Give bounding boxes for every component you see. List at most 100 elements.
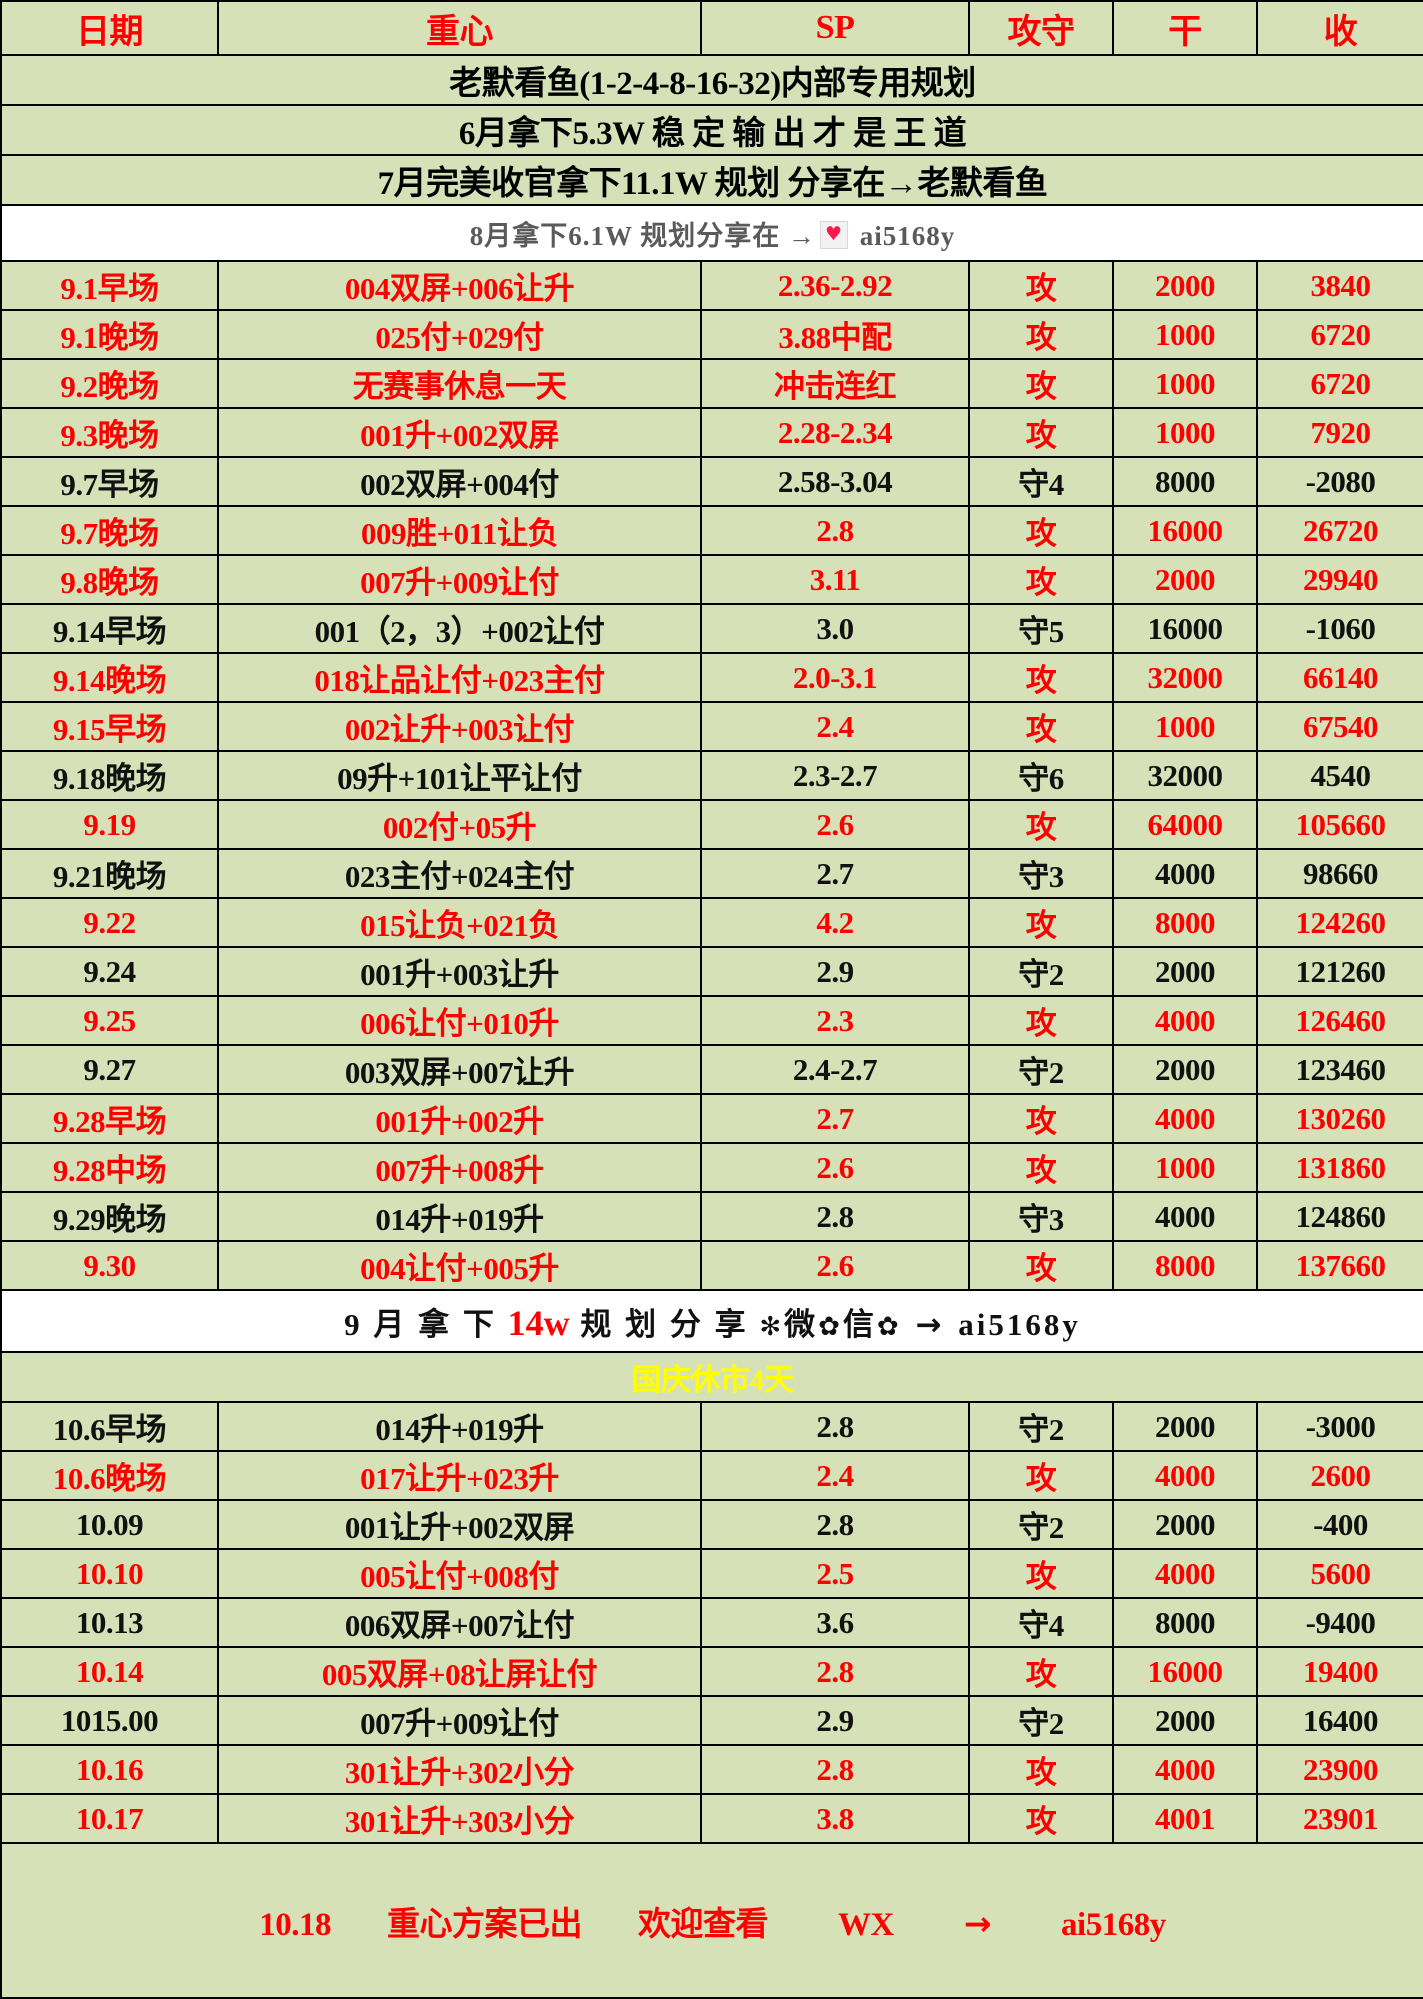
cell-stake: 4000 xyxy=(1112,1548,1258,1599)
cell-sp: 2.3 xyxy=(700,995,970,1046)
cell-date: 10.17 xyxy=(0,1793,219,1844)
flower-icon-mid: ✿ xyxy=(818,1311,843,1342)
cell-date: 9.24 xyxy=(0,946,219,997)
cell-sp: 2.9 xyxy=(700,1695,970,1746)
cell-sp: 冲击连红 xyxy=(700,358,970,409)
cell-profit: 6720 xyxy=(1256,358,1423,409)
cell-stake: 2000 xyxy=(1112,260,1258,311)
cell-profit: 19400 xyxy=(1256,1646,1423,1697)
table-row: 9.28早场 001升+002升 2.7 攻 4000 130260 xyxy=(0,1093,1423,1144)
cell-date: 10.6早场 xyxy=(0,1401,219,1452)
cell-profit: 131860 xyxy=(1256,1142,1423,1193)
cell-gongshou: 攻 xyxy=(968,652,1114,703)
holiday-note-text: 国庆休市4天 xyxy=(0,1351,1423,1403)
header-sp: SP xyxy=(700,0,970,56)
table-row: 9.28中场 007升+008升 2.6 攻 1000 131860 xyxy=(0,1142,1423,1193)
footer-row[interactable]: 10.18 重心方案已出 欢迎查看 WX → ai5168y xyxy=(0,1842,1423,1999)
cell-stake: 16000 xyxy=(1112,505,1258,556)
september-promo-prefix: 9 月 拿 下 xyxy=(344,1306,508,1342)
cell-date: 9.14晚场 xyxy=(0,652,219,703)
cell-stake: 32000 xyxy=(1112,652,1258,703)
header-stake: 干 xyxy=(1112,0,1258,56)
cell-profit: 4540 xyxy=(1256,750,1423,801)
table-row: 9.29晚场 014升+019升 2.8 守3 4000 124860 xyxy=(0,1191,1423,1242)
cell-gongshou: 守3 xyxy=(968,1191,1114,1242)
cell-sp: 2.9 xyxy=(700,946,970,997)
planning-table-body: 日期 重心 SP 攻守干收老默看鱼(1-2-4-8-16-32)内部专用规划 6月拿下5… xyxy=(0,0,1423,1999)
cell-stake: 8000 xyxy=(1112,456,1258,507)
cell-plan: 023主付+024主付 xyxy=(217,848,702,899)
cell-stake: 1000 xyxy=(1112,407,1258,458)
cell-stake: 2000 xyxy=(1112,1044,1258,1095)
august-promo-row[interactable]: 8月拿下6.1W 规划分享在 → ai5168y xyxy=(0,204,1423,262)
cell-sp: 2.3-2.7 xyxy=(700,750,970,801)
cell-plan: 014升+019升 xyxy=(217,1191,702,1242)
cell-sp: 2.8 xyxy=(700,1191,970,1242)
september-promo-row[interactable]: 9 月 拿 下 14w 规 划 分 享 ✻微✿信✿ → ai5168y xyxy=(0,1289,1423,1353)
cell-date: 9.29晚场 xyxy=(0,1191,219,1242)
cell-gongshou: 守4 xyxy=(968,1597,1114,1648)
cell-date: 9.2晚场 xyxy=(0,358,219,409)
cell-profit: -9400 xyxy=(1256,1597,1423,1648)
cell-sp: 2.0-3.1 xyxy=(700,652,970,703)
table-row: 10.09 001让升+002双屏 2.8 守2 2000 -400 xyxy=(0,1499,1423,1550)
cell-profit: 137660 xyxy=(1256,1240,1423,1291)
footer-date: 10.18 xyxy=(259,1906,332,1943)
table-row: 9.21晚场 023主付+024主付 2.7 守3 4000 98660 xyxy=(0,848,1423,899)
cell-stake: 1000 xyxy=(1112,358,1258,409)
banner-row-2: 6月拿下5.3W 稳 定 输 出 才 是 王 道 xyxy=(0,104,1423,156)
cell-sp: 2.8 xyxy=(700,1744,970,1795)
cell-date: 9.1早场 xyxy=(0,260,219,311)
cell-stake: 8000 xyxy=(1112,1240,1258,1291)
september-promo-cell: 9 月 拿 下 14w 规 划 分 享 ✻微✿信✿ → ai5168y xyxy=(0,1289,1423,1353)
cell-stake: 4000 xyxy=(1112,848,1258,899)
banner-text-1: 老默看鱼(1-2-4-8-16-32)内部专用规划 xyxy=(0,54,1423,106)
cell-gongshou: 守2 xyxy=(968,1401,1114,1452)
cell-date: 10.10 xyxy=(0,1548,219,1599)
cell-sp: 2.8 xyxy=(700,505,970,556)
heart-icon xyxy=(820,220,848,249)
footer-arrow: → xyxy=(963,1903,992,1943)
cell-sp: 2.6 xyxy=(700,1240,970,1291)
cell-plan: 09升+101让平让付 xyxy=(217,750,702,801)
cell-plan: 018让品让付+023主付 xyxy=(217,652,702,703)
cell-gongshou: 攻 xyxy=(968,799,1114,850)
cell-stake: 2000 xyxy=(1112,1401,1258,1452)
cell-sp: 2.6 xyxy=(700,1142,970,1193)
flower-icon-right: ✿ xyxy=(876,1311,902,1342)
cell-plan: 014升+019升 xyxy=(217,1401,702,1452)
cell-stake: 1000 xyxy=(1112,309,1258,360)
september-promo-middle: 规 划 分 享 xyxy=(569,1306,760,1342)
header-gongshou: 攻守 xyxy=(968,0,1114,56)
cell-profit: 123460 xyxy=(1256,1044,1423,1095)
cell-profit: 126460 xyxy=(1256,995,1423,1046)
cell-stake: 16000 xyxy=(1112,1646,1258,1697)
cell-sp: 2.28-2.34 xyxy=(700,407,970,458)
cell-date: 9.3晚场 xyxy=(0,407,219,458)
banner-text-3: 7月完美收官拿下11.1W 规划 分享在→老默看鱼 xyxy=(0,154,1423,206)
cell-sp: 2.8 xyxy=(700,1646,970,1697)
cell-gongshou: 攻 xyxy=(968,407,1114,458)
cell-profit: 67540 xyxy=(1256,701,1423,752)
cell-sp: 4.2 xyxy=(700,897,970,948)
cell-gongshou: 攻 xyxy=(968,554,1114,605)
cell-plan: 005让付+008付 xyxy=(217,1548,702,1599)
banner-text-2: 6月拿下5.3W 稳 定 输 出 才 是 王 道 xyxy=(0,104,1423,156)
wechat-label-2: 信 xyxy=(842,1306,877,1342)
cell-profit: 6720 xyxy=(1256,309,1423,360)
cell-date: 9.30 xyxy=(0,1240,219,1291)
cell-plan: 025付+029付 xyxy=(217,309,702,360)
august-promo-text: 8月拿下6.1W 规划分享在 → xyxy=(469,220,816,251)
cell-gongshou: 守2 xyxy=(968,1499,1114,1550)
table-row: 9.25 006让付+010升 2.3 攻 4000 126460 xyxy=(0,995,1423,1046)
cell-gongshou: 守4 xyxy=(968,456,1114,507)
cell-profit: 66140 xyxy=(1256,652,1423,703)
footer-channel: WX xyxy=(838,1906,894,1943)
cell-gongshou: 攻 xyxy=(968,1142,1114,1193)
cell-stake: 4001 xyxy=(1112,1793,1258,1844)
table-row: 9.19 002付+05升 2.6 攻 64000 105660 xyxy=(0,799,1423,850)
table-row: 9.14晚场 018让品让付+023主付 2.0-3.1 攻 32000 66140 xyxy=(0,652,1423,703)
cell-gongshou: 攻 xyxy=(968,309,1114,360)
cell-stake: 32000 xyxy=(1112,750,1258,801)
cell-plan: 006让付+010升 xyxy=(217,995,702,1046)
